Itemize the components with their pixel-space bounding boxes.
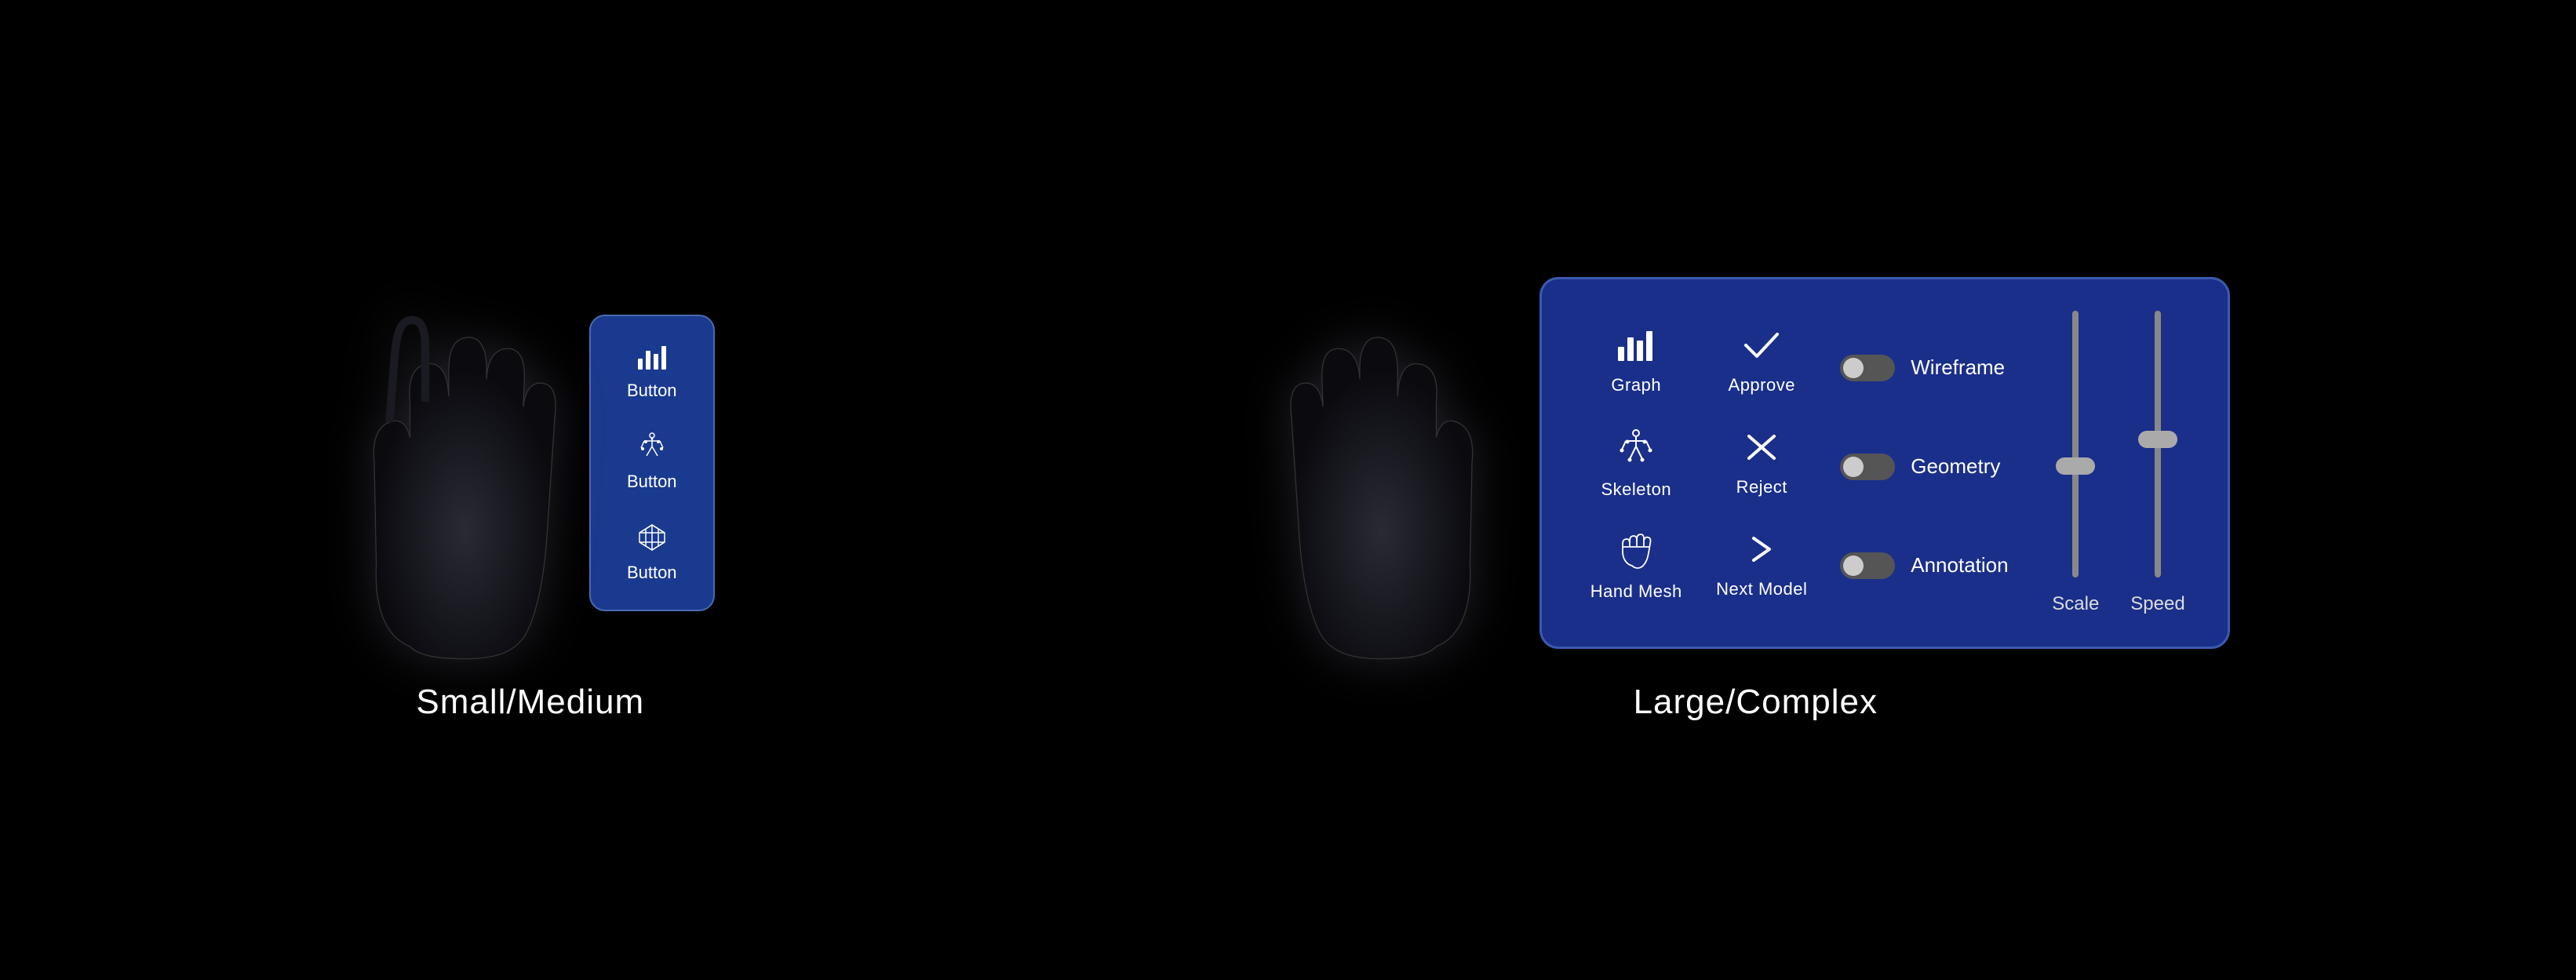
geometry-knob <box>1843 457 1864 477</box>
speed-slider-track[interactable] <box>2155 311 2161 577</box>
reject-item-label: Reject <box>1736 477 1787 497</box>
speed-slider-thumb[interactable] <box>2138 431 2177 448</box>
skeleton-item-label: Skeleton <box>1601 479 1671 500</box>
mesh-button-label: Button <box>627 563 677 583</box>
right-hand-silhouette <box>1281 259 1500 667</box>
panel-content: Graph Approve <box>1573 311 2200 623</box>
wireframe-toggle[interactable] <box>1840 355 1895 381</box>
large-complex-label: Large/Complex <box>1634 683 1878 722</box>
sliders-container: Scale Speed <box>2044 311 2200 623</box>
scale-slider-label: Scale <box>2052 593 2099 615</box>
speed-slider-label: Speed <box>2130 593 2184 615</box>
small-medium-section: Button <box>346 259 715 722</box>
graph-item-label: Graph <box>1611 375 1661 395</box>
small-medium-panel: Button <box>589 315 715 611</box>
graph-item[interactable]: Graph <box>1573 311 1699 413</box>
skeleton-item[interactable]: Skeleton <box>1573 413 1699 515</box>
annotation-label: Annotation <box>1911 553 2008 577</box>
skeleton-large-icon <box>1616 428 1656 473</box>
left-hand-silhouette <box>346 259 566 667</box>
mesh-button[interactable]: Button <box>603 511 701 594</box>
small-medium-label: Small/Medium <box>416 683 644 722</box>
approve-icon <box>1741 328 1782 369</box>
wireframe-label: Wireframe <box>1911 355 2005 380</box>
graph-icon <box>636 343 668 376</box>
hand-mesh-item[interactable]: Hand Mesh <box>1573 515 1699 617</box>
graph-button[interactable]: Button <box>603 332 701 412</box>
mesh-icon <box>636 522 668 558</box>
left-hand-container <box>346 259 566 667</box>
graph-large-icon <box>1616 328 1656 369</box>
geometry-row: Geometry <box>1840 454 2028 480</box>
next-model-item-label: Next Model <box>1716 579 1807 599</box>
controls-grid: Graph Approve <box>1573 311 1824 623</box>
large-complex-panel: Graph Approve <box>1539 277 2230 649</box>
reject-icon <box>1741 430 1782 471</box>
next-model-item[interactable]: Next Model <box>1699 515 1824 617</box>
scale-slider-thumb[interactable] <box>2056 457 2095 475</box>
next-model-icon <box>1741 532 1782 573</box>
geometry-toggle[interactable] <box>1840 454 1895 480</box>
hand-mesh-icon <box>1616 530 1656 575</box>
approve-item-label: Approve <box>1729 375 1795 395</box>
scale-slider-track[interactable] <box>2072 311 2079 577</box>
graph-button-label: Button <box>627 381 677 401</box>
speed-slider-wrapper: Speed <box>2130 311 2184 615</box>
right-hand-container <box>1281 259 1500 667</box>
hand-mesh-item-label: Hand Mesh <box>1590 581 1682 602</box>
annotation-toggle[interactable] <box>1840 552 1895 579</box>
main-scene: Button <box>0 0 2576 980</box>
wireframe-knob <box>1843 358 1864 378</box>
annotation-row: Annotation <box>1840 552 2028 579</box>
wireframe-row: Wireframe <box>1840 355 2028 381</box>
approve-item[interactable]: Approve <box>1699 311 1824 413</box>
geometry-label: Geometry <box>1911 454 2000 479</box>
scale-slider-wrapper: Scale <box>2052 311 2099 615</box>
large-complex-section: Graph Approve <box>1281 259 2230 722</box>
lc-inner: Graph Approve <box>1281 259 2230 667</box>
skeleton-button[interactable]: Button <box>603 420 701 503</box>
skeleton-icon <box>636 431 668 467</box>
toggles-column: Wireframe Geometry <box>1824 311 2044 623</box>
reject-item[interactable]: Reject <box>1699 413 1824 515</box>
annotation-knob <box>1843 556 1864 576</box>
skeleton-button-label: Button <box>627 472 677 492</box>
sm-inner: Button <box>346 259 715 667</box>
